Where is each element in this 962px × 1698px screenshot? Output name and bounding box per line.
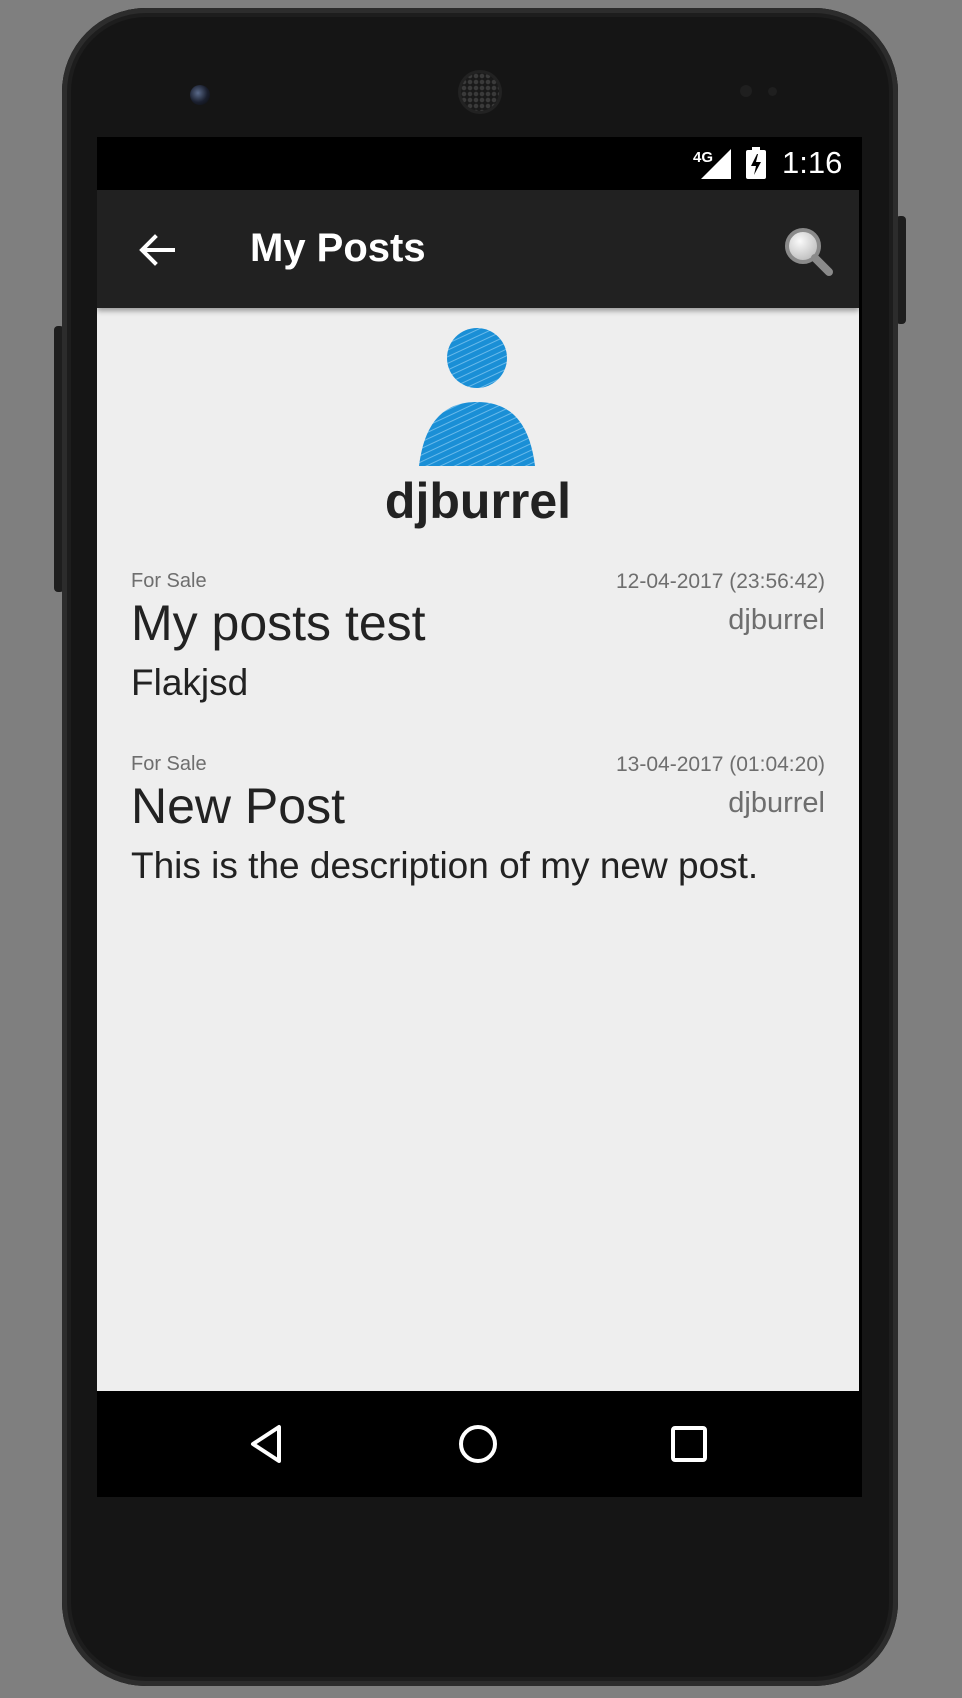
profile-username: djburrel	[384, 473, 572, 529]
post-category: For Sale	[131, 753, 207, 775]
post-date: 12-04-2017 (23:56:42)	[616, 570, 825, 593]
post-item[interactable]: For Sale 12-04-2017 (23:56:42) My posts …	[131, 570, 825, 740]
proximity-sensor	[740, 85, 752, 97]
post-category: For Sale	[131, 570, 207, 592]
post-description: This is the description of my new post.	[131, 845, 759, 886]
search-icon[interactable]	[781, 224, 835, 278]
post-description: Flakjsd	[131, 662, 249, 703]
square-recents-icon[interactable]	[664, 1419, 714, 1469]
navigation-bar	[97, 1391, 862, 1497]
triangle-back-icon[interactable]	[243, 1419, 293, 1469]
arrow-back-icon[interactable]	[133, 226, 181, 274]
user-avatar-icon	[419, 328, 535, 466]
post-item[interactable]: For Sale 13-04-2017 (01:04:20) New Post …	[131, 753, 825, 923]
page-title: My Posts	[250, 226, 426, 270]
post-date: 13-04-2017 (01:04:20)	[616, 753, 825, 776]
post-title: My posts test	[131, 595, 426, 651]
post-author: djburrel	[728, 787, 825, 819]
front-camera	[190, 85, 210, 105]
posts-content: djburrel For Sale 12-04-2017 (23:56:42) …	[97, 308, 859, 1391]
network-type: 4G	[693, 149, 714, 166]
light-sensor	[768, 87, 777, 96]
device-screen: 4G 1:16 My Posts djburrel For Sale 12-04…	[97, 137, 862, 1497]
battery-charging-icon	[746, 147, 766, 179]
circle-home-icon[interactable]	[453, 1419, 503, 1469]
status-bar: 4G 1:16	[97, 137, 862, 190]
earpiece-speaker	[461, 73, 499, 111]
app-toolbar: My Posts	[97, 190, 859, 308]
clock: 1:16	[782, 145, 843, 180]
post-author: djburrel	[728, 604, 825, 636]
post-title: New Post	[131, 778, 345, 834]
